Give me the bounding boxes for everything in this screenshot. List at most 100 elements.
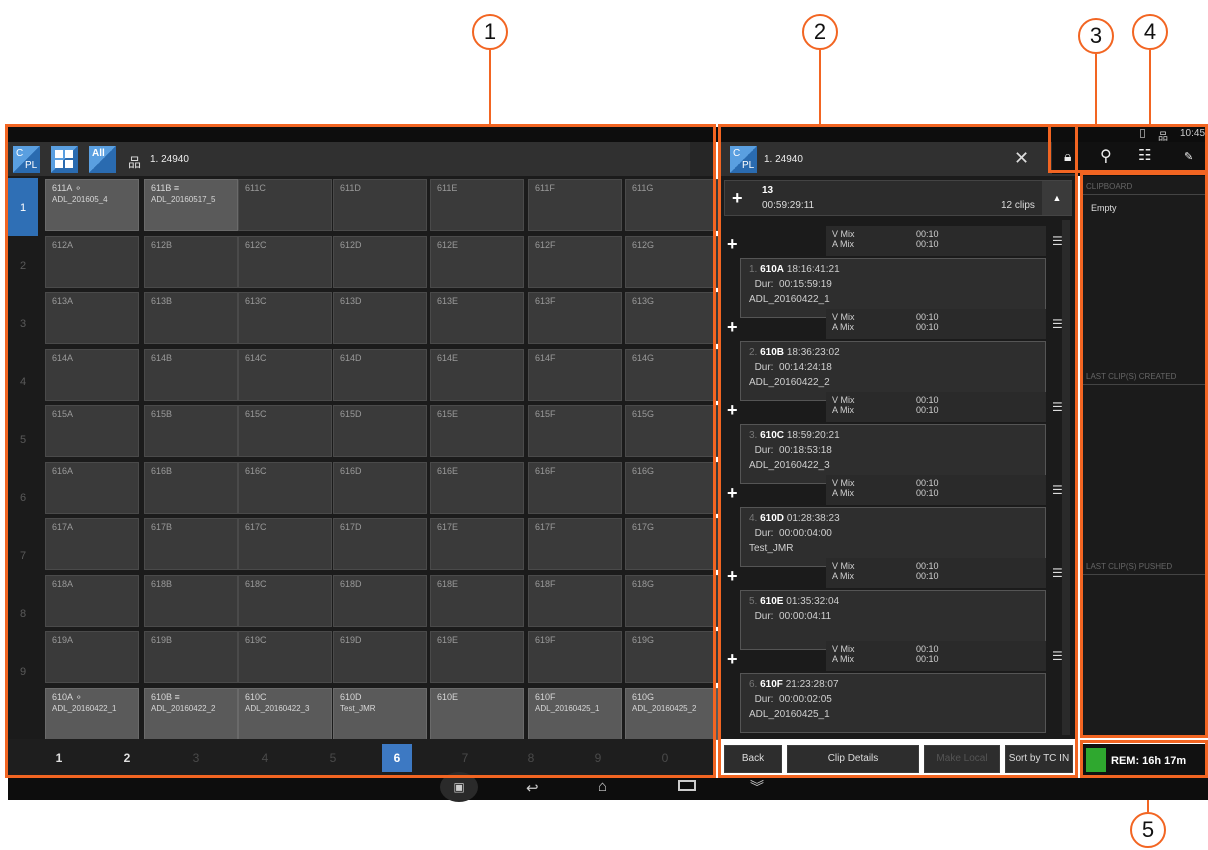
clip-cell[interactable]: 616G bbox=[625, 461, 719, 514]
transition-settings-icon[interactable]: ☰ bbox=[1052, 483, 1063, 497]
clip-cell[interactable]: 610D Test_JMR bbox=[333, 687, 427, 740]
clip-cell[interactable]: 613A bbox=[45, 292, 139, 344]
clip-details-button[interactable]: Clip Details bbox=[787, 745, 919, 773]
transition-row[interactable]: V Mix 00:10 A Mix 00:10 bbox=[826, 558, 1046, 588]
clip-cell[interactable]: 618G bbox=[625, 574, 719, 627]
clip-cell[interactable]: 610F ADL_20160425_1 bbox=[528, 687, 622, 740]
clip-cell[interactable]: 618B bbox=[144, 574, 238, 627]
clip-cell[interactable]: 619G bbox=[625, 631, 719, 683]
add-transition-icon[interactable]: + bbox=[727, 649, 738, 670]
playlist-clip[interactable]: 6. 610F 21:23:28:07 Dur: 00:00:02:05 ADL_… bbox=[740, 673, 1046, 733]
clip-cell[interactable]: 619D bbox=[333, 631, 427, 683]
cpl-icon[interactable]: C PL bbox=[13, 146, 40, 173]
search-icon[interactable]: ⚲ bbox=[1100, 146, 1112, 166]
clip-cell[interactable]: 612C bbox=[238, 235, 332, 288]
add-transition-icon[interactable]: + bbox=[727, 400, 738, 421]
page-5[interactable]: 5 bbox=[318, 744, 348, 772]
row-number-7[interactable]: 7 bbox=[8, 526, 38, 584]
clip-cell[interactable]: 618E bbox=[430, 574, 524, 627]
clip-cell[interactable]: 610C ADL_20160422_3 bbox=[238, 687, 332, 740]
transition-row[interactable]: V Mix 00:10 A Mix 00:10 bbox=[826, 475, 1046, 505]
clip-cell[interactable]: 612G bbox=[625, 235, 719, 288]
clip-cell[interactable]: 615A bbox=[45, 405, 139, 457]
clip-cell[interactable]: 610B ≡ ADL_20160422_2 bbox=[144, 687, 238, 740]
transition-row[interactable]: V Mix 00:10 A Mix 00:10 bbox=[826, 392, 1046, 422]
clip-cell[interactable]: 615C bbox=[238, 405, 332, 457]
transition-row[interactable]: V Mix 00:10 A Mix 00:10 bbox=[826, 641, 1046, 671]
edit-icon[interactable]: ✎ bbox=[1184, 150, 1193, 163]
clip-cell[interactable]: 610E bbox=[430, 687, 524, 740]
clip-cell[interactable]: 619A bbox=[45, 631, 139, 683]
clip-cell[interactable]: 617F bbox=[528, 518, 622, 570]
sort-by-tc-button[interactable]: Sort by TC IN bbox=[1005, 745, 1073, 773]
clip-cell[interactable]: 613G bbox=[625, 292, 719, 344]
collapse-button[interactable]: ▲ bbox=[1042, 181, 1072, 215]
clip-cell[interactable]: 618A bbox=[45, 574, 139, 627]
clip-cell[interactable]: 615E bbox=[430, 405, 524, 457]
transition-row[interactable]: V Mix 00:10 A Mix 00:10 bbox=[826, 226, 1046, 256]
clip-cell[interactable]: 618C bbox=[238, 574, 332, 627]
close-icon[interactable]: ✕ bbox=[1014, 148, 1029, 169]
page-6[interactable]: 6 bbox=[382, 744, 412, 772]
clip-cell[interactable]: 618F bbox=[528, 574, 622, 627]
page-3[interactable]: 3 bbox=[181, 744, 211, 772]
row-number-3[interactable]: 3 bbox=[8, 294, 38, 352]
clip-cell[interactable]: 615F bbox=[528, 405, 622, 457]
transition-settings-icon[interactable]: ☰ bbox=[1052, 566, 1063, 580]
clip-cell[interactable]: 611B ≡ ADL_20160517_5 bbox=[144, 179, 238, 231]
clip-cell[interactable]: 616C bbox=[238, 461, 332, 514]
clip-cell[interactable]: 616B bbox=[144, 461, 238, 514]
all-filter-icon[interactable]: All bbox=[89, 146, 116, 173]
clip-cell[interactable]: 612B bbox=[144, 235, 238, 288]
settings-sliders-icon[interactable]: ☷ bbox=[1138, 146, 1151, 164]
add-icon[interactable]: + bbox=[732, 188, 743, 209]
transition-settings-icon[interactable]: ☰ bbox=[1052, 400, 1063, 414]
back-button[interactable]: Back bbox=[724, 745, 782, 773]
clip-cell[interactable]: 614G bbox=[625, 348, 719, 401]
playlist-cpl-icon[interactable]: C PL bbox=[730, 146, 757, 173]
clip-cell[interactable]: 616D bbox=[333, 461, 427, 514]
grid-view-icon[interactable] bbox=[51, 146, 78, 173]
clip-cell[interactable]: 613E bbox=[430, 292, 524, 344]
clip-cell[interactable]: 612F bbox=[528, 235, 622, 288]
clip-cell[interactable]: 613C bbox=[238, 292, 332, 344]
page-8[interactable]: 8 bbox=[516, 744, 546, 772]
clip-cell[interactable]: 616E bbox=[430, 461, 524, 514]
chevron-down-icon[interactable]: ︾ bbox=[750, 777, 764, 797]
row-number-6[interactable]: 6 bbox=[8, 468, 38, 526]
clip-cell[interactable]: 618D bbox=[333, 574, 427, 627]
page-2[interactable]: 2 bbox=[112, 744, 142, 772]
clip-cell[interactable]: 617A bbox=[45, 518, 139, 570]
clip-cell[interactable]: 616A bbox=[45, 461, 139, 514]
page-9[interactable]: 9 bbox=[583, 744, 613, 772]
clip-cell[interactable]: 614A bbox=[45, 348, 139, 401]
clip-cell[interactable]: 610G ADL_20160425_2 bbox=[625, 687, 719, 740]
clip-cell[interactable]: 611F bbox=[528, 179, 622, 231]
page-0[interactable]: 0 bbox=[650, 744, 680, 772]
row-number-4[interactable]: 4 bbox=[8, 352, 38, 410]
transition-settings-icon[interactable]: ☰ bbox=[1052, 649, 1063, 663]
clip-cell[interactable]: 617E bbox=[430, 518, 524, 570]
clip-cell[interactable]: 611A ⚬ ADL_201605_4 bbox=[45, 179, 139, 231]
clip-cell[interactable]: 617D bbox=[333, 518, 427, 570]
page-1[interactable]: 1 bbox=[44, 744, 74, 772]
clip-cell[interactable]: 614B bbox=[144, 348, 238, 401]
make-local-button[interactable]: Make Local bbox=[924, 745, 1000, 773]
clip-cell[interactable]: 619B bbox=[144, 631, 238, 683]
clip-cell[interactable]: 619E bbox=[430, 631, 524, 683]
clip-cell[interactable]: 617B bbox=[144, 518, 238, 570]
add-transition-icon[interactable]: + bbox=[727, 317, 738, 338]
clip-cell[interactable]: 611C bbox=[238, 179, 332, 231]
clip-cell[interactable]: 617C bbox=[238, 518, 332, 570]
clip-cell[interactable]: 617G bbox=[625, 518, 719, 570]
row-number-8[interactable]: 8 bbox=[8, 584, 38, 642]
back-nav-icon[interactable]: ↩ bbox=[526, 779, 539, 797]
hierarchy-icon[interactable]: 品 bbox=[128, 152, 141, 171]
clip-cell[interactable]: 612E bbox=[430, 235, 524, 288]
clip-cell[interactable]: 612A bbox=[45, 235, 139, 288]
transition-row[interactable]: V Mix 00:10 A Mix 00:10 bbox=[826, 309, 1046, 339]
add-transition-icon[interactable]: + bbox=[727, 234, 738, 255]
clip-cell[interactable]: 611E bbox=[430, 179, 524, 231]
row-number-1[interactable]: 1 bbox=[8, 178, 38, 236]
clip-cell[interactable]: 614F bbox=[528, 348, 622, 401]
